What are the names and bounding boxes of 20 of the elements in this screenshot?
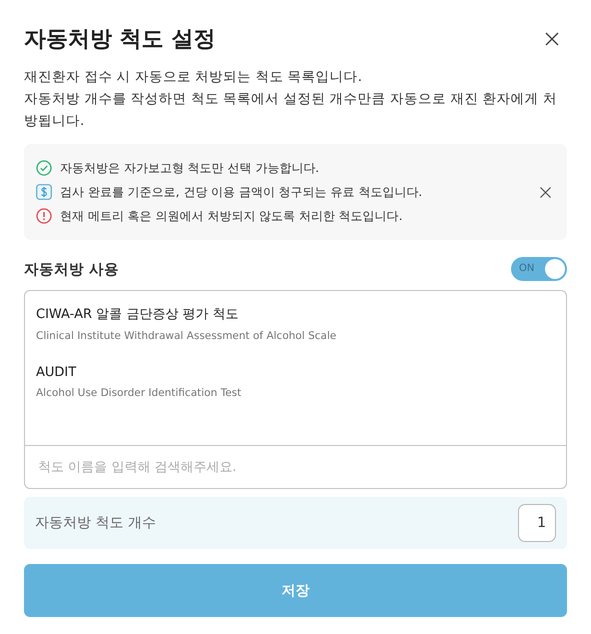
count-field[interactable]: 1: [518, 504, 556, 542]
scale-subtitle: Clinical Institute Withdrawal Assessment of Alcohol Scale: [36, 330, 338, 342]
setting-label: 자동처방 사용: [24, 260, 120, 278]
close-icon[interactable]: [543, 30, 561, 48]
description: 재진환자 접수 시 자동으로 처방되는 척도 목록입니다. 자동처방 개수를 작성하면 척도 목록에서 설정된 개수만큼 자동으로 재진 환자에게 처방됩니다.: [24, 68, 558, 131]
count-label: 자동처방 척도 개수: [35, 514, 156, 532]
alert-circle-icon: [36, 208, 52, 224]
notice-text: 자동처방은 자가보고형 척도만 선택 가능합니다.: [60, 160, 320, 176]
notice-text: 현재 메트리 혹은 의원에서 처방되지 않도록 처리한 척도입니다.: [60, 208, 403, 224]
close-icon[interactable]: [538, 184, 553, 200]
check-circle-icon: [36, 160, 52, 176]
scale-name: CIWA-AR 알콜 금단증상 평가 척도: [36, 306, 240, 323]
save-button[interactable]: 저장: [24, 564, 567, 617]
scale-subtitle: Alcohol Use Disorder Identification Test: [36, 387, 242, 399]
search-field[interactable]: 척도 이름을 입력해 검색해주세요.: [25, 446, 566, 488]
toggle-switch[interactable]: ON: [511, 257, 567, 281]
notice-text: 검사 완료를 기준으로, 건당 이용 금액이 청구되는 유료 척도입니다.: [60, 184, 422, 200]
scale-name: AUDIT: [36, 365, 78, 380]
dialog-title: 자동처방 척도 설정: [24, 26, 216, 54]
dollar-icon: [36, 184, 52, 200]
